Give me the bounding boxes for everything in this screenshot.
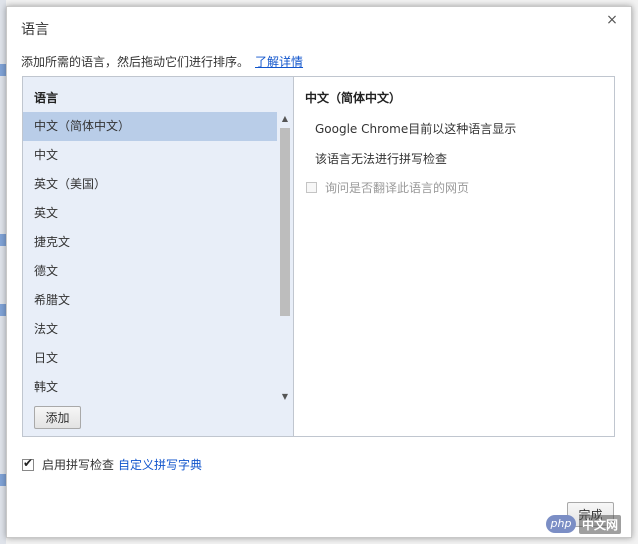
spellcheck-option: ✔ 启用拼写检查 自定义拼写字典	[22, 456, 202, 473]
list-item[interactable]: 日文	[23, 344, 277, 373]
watermark-text: 中文网	[579, 514, 622, 534]
site-watermark: php 中文网	[546, 512, 630, 536]
scroll-thumb[interactable]	[280, 128, 290, 316]
translate-option: 询问是否翻译此语言的网页	[306, 179, 469, 196]
instructions: 添加所需的语言，然后拖动它们进行排序。 了解详情	[21, 53, 303, 70]
language-list-items: 中文（简体中文） 中文 英文（美国） 英文 捷克文 德文 希腊文 法文 日文 韩…	[23, 112, 277, 402]
language-list: 语言 中文（简体中文） 中文 英文（美国） 英文 捷克文 德文 希腊文 法文 日…	[23, 77, 294, 436]
spellcheck-info: 该语言无法进行拼写检查	[315, 152, 448, 166]
list-item[interactable]: 英文（美国）	[23, 170, 277, 199]
close-icon[interactable]: ×	[605, 13, 619, 27]
language-dialog: 语言 × 添加所需的语言，然后拖动它们进行排序。 了解详情 语言 中文（简体中文）…	[6, 6, 632, 538]
spellcheck-label: 启用拼写检查	[42, 458, 115, 472]
list-item[interactable]: 德文	[23, 257, 277, 286]
spellcheck-checkbox[interactable]: ✔	[22, 455, 34, 471]
list-item[interactable]: 韩文	[23, 373, 277, 402]
learn-more-link[interactable]: 了解详情	[255, 55, 303, 69]
list-item[interactable]: 中文	[23, 141, 277, 170]
add-language-button[interactable]: 添加	[34, 406, 81, 429]
dialog-title: 语言	[21, 22, 49, 38]
display-language-info: Google Chrome目前以这种语言显示	[315, 122, 517, 136]
list-item[interactable]: 法文	[23, 315, 277, 344]
list-item[interactable]: 希腊文	[23, 286, 277, 315]
list-item[interactable]: 捷克文	[23, 228, 277, 257]
translate-label: 询问是否翻译此语言的网页	[325, 181, 470, 195]
translate-checkbox	[306, 182, 317, 193]
scroll-up-icon[interactable]: ▲	[278, 112, 292, 126]
custom-dictionary-link[interactable]: 自定义拼写字典	[118, 456, 202, 473]
list-scrollbar[interactable]: ▲ ▼	[278, 112, 292, 404]
scroll-down-icon[interactable]: ▼	[278, 390, 292, 404]
instructions-text: 添加所需的语言，然后拖动它们进行排序。	[21, 55, 250, 69]
language-list-header: 语言	[34, 91, 59, 105]
check-mark-icon: ✔	[23, 455, 34, 470]
scroll-track[interactable]	[280, 126, 290, 390]
watermark-logo: php	[546, 515, 576, 533]
detail-title: 中文（简体中文）	[305, 91, 402, 105]
list-item[interactable]: 中文（简体中文）	[23, 112, 277, 141]
list-item[interactable]: 英文	[23, 199, 277, 228]
language-detail: 中文（简体中文） Google Chrome目前以这种语言显示 该语言无法进行拼…	[294, 77, 614, 436]
language-panel: 语言 中文（简体中文） 中文 英文（美国） 英文 捷克文 德文 希腊文 法文 日…	[22, 76, 615, 437]
